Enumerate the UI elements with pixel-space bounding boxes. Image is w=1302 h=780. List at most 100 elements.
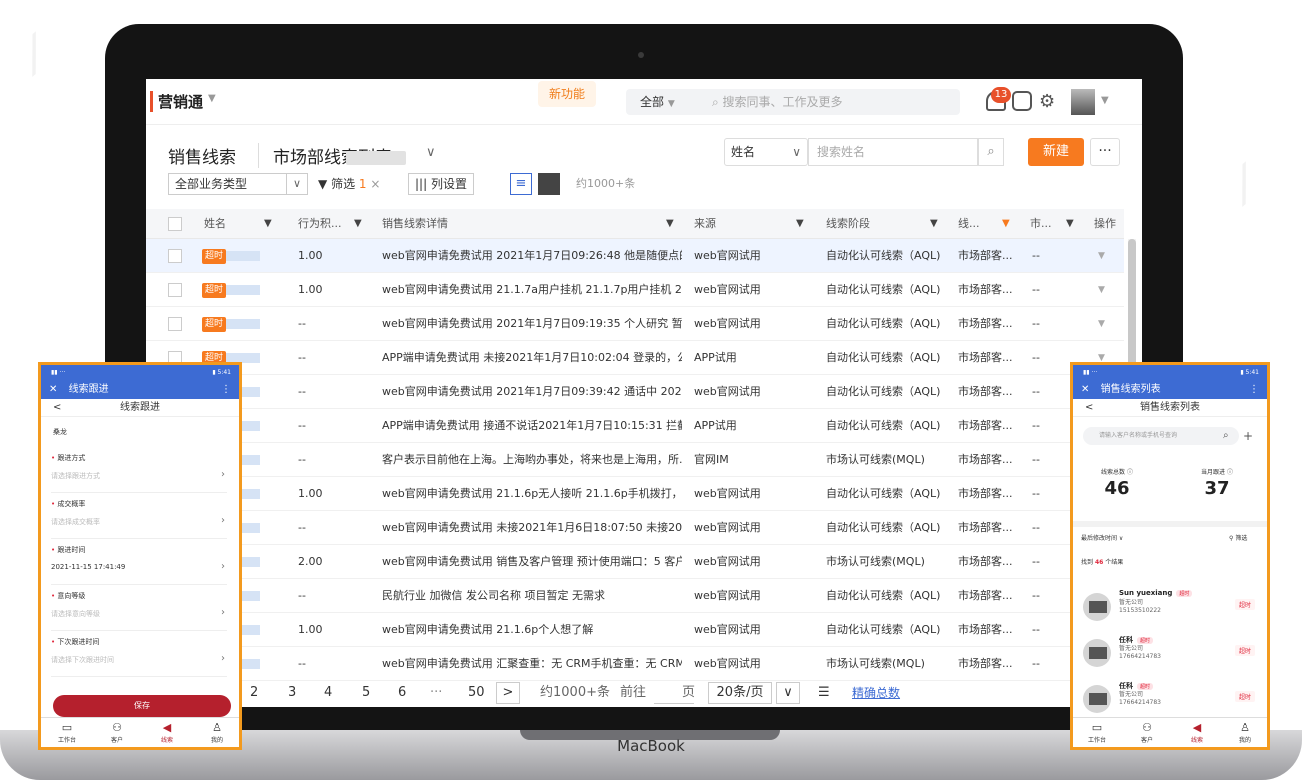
detail-cell[interactable]: web官网申请免费试用 21.1.6p个人想了解 bbox=[382, 613, 682, 647]
table-row[interactable]: 1.00 web官网申请免费试用 21.1.6p个人想了解 web官网试用 自动化认可… bbox=[146, 613, 1124, 647]
close-icon[interactable]: ✕ bbox=[49, 384, 57, 395]
form-field[interactable]: • 意向等级 请选择意向等级 › bbox=[51, 585, 227, 631]
table-row[interactable]: -- web官网申请免费试用 2021年1月7日09:39:42 通话中 2021… bbox=[146, 375, 1124, 409]
gear-icon[interactable]: ⚙ bbox=[1039, 91, 1055, 112]
avatar[interactable] bbox=[1071, 89, 1095, 115]
tab-workbench[interactable]: ▭ 工作台 bbox=[1079, 720, 1115, 744]
tab-leads[interactable]: ◀ 线索 bbox=[1179, 720, 1215, 744]
back-icon[interactable]: < bbox=[53, 399, 61, 417]
table-row[interactable]: -- web官网申请免费试用 汇聚查重：无 CRM手机查重：无 CRM... web… bbox=[146, 647, 1124, 681]
new-feature-badge[interactable]: 新功能 bbox=[538, 81, 596, 107]
sort-select[interactable]: 最后修改时间 ∨ bbox=[1081, 533, 1123, 542]
row-checkbox[interactable] bbox=[168, 283, 182, 297]
detail-cell[interactable]: 客户表示目前他在上海。上海哟办事处，将来也是上海用，所... bbox=[382, 443, 682, 477]
table-row[interactable]: 2.00 web官网申请免费试用 销售及客户管理 预计使用端口：5 客户... we… bbox=[146, 545, 1124, 579]
filter-search-input[interactable]: 搜索姓名 bbox=[808, 138, 978, 166]
filter-icon[interactable]: ▼ bbox=[1066, 209, 1074, 239]
detail-cell[interactable]: APP端申请免费试用 未接2021年1月7日10:02:04 登录的，公... bbox=[382, 341, 682, 375]
exact-total-link[interactable]: 精确总数 bbox=[852, 679, 900, 707]
column-settings-button[interactable]: ||| 列设置 bbox=[408, 173, 474, 195]
next-page-button[interactable]: > bbox=[496, 682, 520, 704]
form-field[interactable]: • 成交概率 请选择成交概率 › bbox=[51, 493, 227, 539]
row-action-dropdown[interactable]: ▼ bbox=[1098, 239, 1105, 273]
filter-icon[interactable]: ▼ bbox=[796, 209, 804, 239]
detail-cell[interactable]: 民航行业 加微信 发公司名称 项目暂定 无需求 bbox=[382, 579, 682, 613]
page-size-select[interactable]: 20条/页 bbox=[708, 682, 772, 704]
detail-cell[interactable]: web官网申请免费试用 销售及客户管理 预计使用端口：5 客户... bbox=[382, 545, 682, 579]
row-checkbox[interactable] bbox=[168, 317, 182, 331]
detail-cell[interactable]: web官网申请免费试用 汇聚查重：无 CRM手机查重：无 CRM... bbox=[382, 647, 682, 681]
search-icon[interactable]: ⌕ bbox=[1223, 427, 1229, 445]
form-field[interactable]: • 跟进时间 2021-11-15 17:41:49 › bbox=[51, 539, 227, 585]
card-view-icon[interactable] bbox=[538, 173, 560, 195]
detail-cell[interactable]: web官网申请免费试用 2021年1月7日09:39:42 通话中 2021年.… bbox=[382, 375, 682, 409]
page-link[interactable]: 50 bbox=[468, 679, 485, 707]
filter-field-select[interactable]: 姓名 ∨ bbox=[724, 138, 808, 166]
tab-me[interactable]: ♙ 我的 bbox=[1227, 720, 1263, 744]
form-field[interactable]: • 跟进方式 请选择跟进方式 › bbox=[51, 447, 227, 493]
search-icon[interactable]: ⌕ bbox=[978, 138, 1004, 166]
tab-customers[interactable]: ⚇ 客户 bbox=[99, 720, 135, 744]
customer-search-input[interactable]: 请输入客户名称或手机号查询 bbox=[1083, 427, 1239, 445]
chevron-down-icon[interactable]: ∨ bbox=[286, 173, 308, 195]
page-ellipsis[interactable]: ··· bbox=[430, 679, 442, 707]
row-checkbox[interactable] bbox=[168, 249, 182, 263]
detail-cell[interactable]: web官网申请免费试用 2021年1月7日09:19:35 个人研究 暂时... bbox=[382, 307, 682, 341]
tab-me[interactable]: ♙ 我的 bbox=[199, 720, 235, 744]
tab-leads[interactable]: ◀ 线索 bbox=[149, 720, 185, 744]
table-row[interactable]: 超时 -- web官网申请免费试用 2021年1月7日09:19:35 个人研究 暂… bbox=[146, 307, 1124, 341]
message-icon[interactable] bbox=[1012, 91, 1032, 111]
table-row[interactable]: -- web官网申请免费试用 未接2021年1月6日18:07:50 未接2021… bbox=[146, 511, 1124, 545]
row-action-dropdown[interactable]: ▼ bbox=[1098, 307, 1105, 341]
help-icon[interactable]: ⓘ bbox=[1227, 469, 1233, 476]
filter-icon[interactable]: ▼ bbox=[666, 209, 674, 239]
detail-cell[interactable]: web官网申请免费试用 21.1.6p无人接听 21.1.6p手机拨打，无... bbox=[382, 477, 682, 511]
table-row[interactable]: -- 民航行业 加微信 发公司名称 项目暂定 无需求 web官网试用 自动化认可线索（… bbox=[146, 579, 1124, 613]
help-icon[interactable]: ⓘ bbox=[1127, 469, 1133, 476]
filter-icon[interactable]: ▼ bbox=[1002, 209, 1010, 239]
more-icon[interactable]: ⋮ bbox=[1249, 381, 1259, 399]
detail-cell[interactable]: web官网申请免费试用 2021年1月7日09:26:48 他是随便点的 bbox=[382, 239, 682, 273]
column-header[interactable]: 行为积... bbox=[298, 209, 342, 239]
detail-cell[interactable]: web官网申请免费试用 未接2021年1月6日18:07:50 未接2021..… bbox=[382, 511, 682, 545]
search-scope-select[interactable]: 全部 ▼ bbox=[626, 89, 698, 115]
tab-workbench[interactable]: ▭ 工作台 bbox=[49, 720, 85, 744]
page-link[interactable]: 4 bbox=[324, 679, 332, 707]
global-search-input[interactable]: ⌕ 搜索同事、工作及更多 bbox=[698, 89, 960, 115]
more-icon[interactable]: ⋮ bbox=[221, 381, 231, 399]
page-link[interactable]: 6 bbox=[398, 679, 406, 707]
filter-icon[interactable]: ▼ bbox=[264, 209, 272, 239]
add-icon[interactable]: + bbox=[1243, 427, 1253, 445]
lead-card[interactable]: 任科 超时 暂无公司 17664214783 超时 bbox=[1079, 633, 1259, 675]
filter-icon[interactable]: ▼ bbox=[930, 209, 938, 239]
filter-icon[interactable]: ▼ bbox=[354, 209, 362, 239]
chevron-down-icon[interactable]: ▼ bbox=[1101, 95, 1109, 106]
lead-card[interactable]: Sun yuexiang 超时 暂无公司 15153510222 超时 bbox=[1079, 587, 1259, 629]
menu-icon[interactable]: ☰ bbox=[818, 679, 830, 707]
filter-button[interactable]: ⚲ 筛选 bbox=[1229, 533, 1247, 542]
table-row[interactable]: 1.00 web官网申请免费试用 21.1.6p无人接听 21.1.6p手机拨打，… bbox=[146, 477, 1124, 511]
chevron-down-icon[interactable]: ∨ bbox=[426, 145, 436, 160]
select-all-checkbox[interactable] bbox=[168, 217, 182, 231]
lead-card[interactable]: 任科 超时 暂无公司 17664214783 超时 bbox=[1079, 679, 1259, 721]
brand-name[interactable]: 营销通 bbox=[150, 91, 203, 112]
table-row[interactable]: -- 客户表示目前他在上海。上海哟办事处，将来也是上海用，所... 官网IM 市场认可… bbox=[146, 443, 1124, 477]
list-view-select[interactable]: 市场部线索列表 bbox=[258, 143, 406, 168]
tab-customers[interactable]: ⚇ 客户 bbox=[1129, 720, 1165, 744]
clear-filter-icon[interactable]: × bbox=[370, 177, 380, 191]
close-icon[interactable]: ✕ bbox=[1081, 384, 1089, 395]
table-row[interactable]: 超时 1.00 web官网申请免费试用 21.1.7a用户挂机 21.1.7p用户挂… bbox=[146, 273, 1124, 307]
table-row[interactable]: -- APP端申请免费试用 接通不说话2021年1月7日10:15:31 拦截 .… bbox=[146, 409, 1124, 443]
page-link[interactable]: 3 bbox=[288, 679, 296, 707]
chevron-down-icon[interactable]: ∨ bbox=[776, 682, 800, 704]
back-icon[interactable]: < bbox=[1085, 399, 1093, 417]
column-header[interactable]: 线... bbox=[958, 209, 980, 239]
table-row[interactable]: 超时 1.00 web官网申请免费试用 2021年1月7日09:26:48 他是随便… bbox=[146, 239, 1124, 273]
detail-cell[interactable]: APP端申请免费试用 接通不说话2021年1月7日10:15:31 拦截 ... bbox=[382, 409, 682, 443]
page-link[interactable]: 2 bbox=[250, 679, 258, 707]
column-header[interactable]: 市... bbox=[1030, 209, 1052, 239]
new-button[interactable]: 新建 bbox=[1028, 138, 1084, 166]
page-link[interactable]: 5 bbox=[362, 679, 370, 707]
filter-button[interactable]: ▼ 筛选 1 × bbox=[318, 173, 380, 195]
row-action-dropdown[interactable]: ▼ bbox=[1098, 273, 1105, 307]
